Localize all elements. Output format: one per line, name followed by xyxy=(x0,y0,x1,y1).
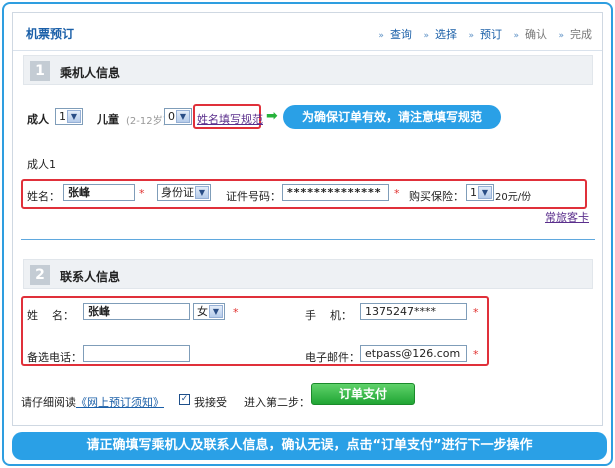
chevron-down-icon: ▼ xyxy=(478,186,492,199)
adult-count-value: 1 xyxy=(59,110,66,123)
section-divider xyxy=(21,239,595,240)
instruction-frame: 机票预订 » 查询 » 选择 » 预订 » 确认 » 完成 1 乘机人信息 成人 1 ▼ … xyxy=(2,2,613,466)
passenger-name-input[interactable]: 张峰 xyxy=(63,184,135,201)
step-book: 预订 xyxy=(479,28,502,41)
read-prefix: 请仔细阅读 xyxy=(21,396,76,409)
step-arrow-icon: » xyxy=(513,31,519,41)
section-title: 乘机人信息 xyxy=(60,66,121,80)
alt-phone-input[interactable] xyxy=(83,345,190,362)
required-marker: * xyxy=(394,187,400,200)
id-type-select[interactable]: 身份证 ▼ xyxy=(157,184,211,201)
required-marker: * xyxy=(473,348,479,361)
mobile-input[interactable]: 1375247**** xyxy=(360,303,467,320)
insurance-label: 购买保险： xyxy=(409,190,464,203)
step-arrow-icon: » xyxy=(423,31,429,41)
step-confirm: 确认 xyxy=(524,28,547,41)
frequent-flyer-link[interactable]: 常旅客卡 xyxy=(545,209,589,225)
accept-label: 我接受 xyxy=(194,396,227,409)
passenger-section-header: 1 乘机人信息 xyxy=(23,55,593,85)
id-type-value: 身份证 xyxy=(161,186,194,199)
step-complete: 完成 xyxy=(570,28,592,41)
section-number-badge: 1 xyxy=(30,61,50,81)
section-title: 联系人信息 xyxy=(60,270,121,284)
passenger-heading: 成人1 xyxy=(27,158,56,171)
step-select: 选择 xyxy=(434,28,457,41)
child-count-select[interactable]: 0 ▼ xyxy=(164,108,192,125)
required-marker: * xyxy=(473,306,479,319)
instruction-banner: 请正确填写乘机人及联系人信息，确认无误，点击“订单支付”进行下一步操作 xyxy=(12,432,607,460)
insurance-price: 20元/份 xyxy=(495,192,532,203)
contact-name-input[interactable]: 张峰 xyxy=(83,303,190,320)
required-marker: * xyxy=(139,187,145,200)
child-label: 儿童 xyxy=(97,113,119,126)
name-rules-link[interactable]: 姓名填写规范 xyxy=(197,111,263,127)
id-number-input[interactable]: ************** xyxy=(282,184,389,201)
required-marker: * xyxy=(233,306,239,319)
step-arrow-icon: » xyxy=(468,31,474,41)
step-search: 查询 xyxy=(389,28,412,41)
chevron-down-icon: ▼ xyxy=(67,110,81,123)
email-input[interactable]: etpass@126.com xyxy=(360,345,467,362)
chevron-down-icon: ▼ xyxy=(209,305,223,318)
adult-count-select[interactable]: 1 ▼ xyxy=(55,108,83,125)
chevron-down-icon: ▼ xyxy=(195,186,209,199)
order-pay-button[interactable]: 订单支付 xyxy=(311,383,415,405)
accept-checkbox[interactable]: ✓ xyxy=(179,394,190,405)
gender-value: 女 xyxy=(197,305,208,318)
read-notice-text: 请仔细阅读《网上预订须知》 xyxy=(21,394,164,410)
chevron-down-icon: ▼ xyxy=(176,110,190,123)
booking-notice-link[interactable]: 《网上预订须知》 xyxy=(76,396,164,409)
arrow-right-icon: ➡ xyxy=(266,108,278,124)
alt-phone-label: 备选电话： xyxy=(27,351,82,364)
step-arrow-icon: » xyxy=(558,31,564,41)
child-age-note: (2-12岁) xyxy=(126,116,167,127)
booking-header: 机票预订 » 查询 » 选择 » 预订 » 确认 » 完成 xyxy=(13,13,602,51)
insurance-count-select[interactable]: 1 ▼ xyxy=(466,184,494,201)
tip-callout: 为确保订单有效，请注意填写规范 xyxy=(283,105,501,129)
next-step-label: 进入第二步： xyxy=(244,396,310,409)
step-arrow-icon: » xyxy=(378,31,384,41)
page-title: 机票预订 xyxy=(26,27,75,41)
gender-select[interactable]: 女 ▼ xyxy=(193,303,225,320)
adult-label: 成人 xyxy=(27,113,49,126)
email-label: 电子邮件： xyxy=(305,351,360,364)
contact-section-header: 2 联系人信息 xyxy=(23,259,593,289)
progress-steps: » 查询 » 选择 » 预订 » 确认 » 完成 xyxy=(370,26,592,42)
contact-name-label: 姓 名： xyxy=(27,309,74,322)
id-number-label: 证件号码： xyxy=(226,190,281,203)
child-count-value: 0 xyxy=(168,110,175,123)
insurance-count-value: 1 xyxy=(470,186,477,199)
section-number-badge: 2 xyxy=(30,265,50,285)
mobile-label: 手 机： xyxy=(305,309,352,322)
passenger-name-label: 姓名： xyxy=(27,190,60,203)
booking-form-panel: 机票预订 » 查询 » 选择 » 预订 » 确认 » 完成 1 乘机人信息 成人 1 ▼ … xyxy=(12,12,603,426)
